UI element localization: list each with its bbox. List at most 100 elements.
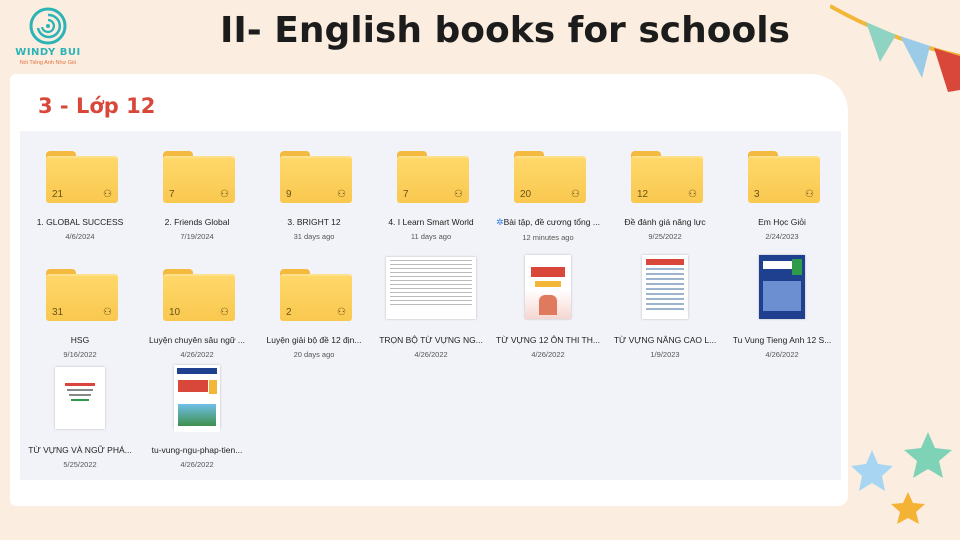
file-item[interactable]: TỪ VỰNG NÂNG CAO L... 1/9/2023 <box>609 249 721 359</box>
item-thumbnail <box>24 359 136 431</box>
book-cover-colorful-thumbnail <box>174 365 220 432</box>
book-cover-blue-thumbnail <box>759 255 805 319</box>
document-table-red-thumbnail <box>642 255 688 319</box>
shared-people-icon: ⚇ <box>337 189 346 200</box>
shared-people-icon: ⚇ <box>571 189 580 200</box>
sync-icon: ✲ <box>496 217 504 227</box>
folder-item[interactable]: 7 ⚇ 2. Friends Global 7/19/2024 <box>141 131 253 241</box>
item-name: Đề đánh giá năng lực <box>609 217 721 227</box>
shared-people-icon: ⚇ <box>103 189 112 200</box>
folder-item[interactable]: 7 ⚇ 4. I Learn Smart World 11 days ago <box>375 131 487 241</box>
item-name: ✲Bài tập, đề cương tổng ... <box>492 217 604 228</box>
star-green-icon <box>904 432 952 478</box>
folder-icon: 7 ⚇ <box>163 151 235 203</box>
shared-people-icon: ⚇ <box>220 307 229 318</box>
item-thumbnail: 2 ⚇ <box>258 249 370 321</box>
item-date: 11 days ago <box>410 232 452 241</box>
item-date: 12 minutes ago <box>522 233 574 242</box>
folder-icon: 10 ⚇ <box>163 269 235 321</box>
item-thumbnail: 3 ⚇ <box>726 131 838 203</box>
file-item[interactable]: tu-vung-ngu-phap-tien... 4/26/2022 <box>141 359 253 469</box>
folder-item[interactable]: 31 ⚇ HSG 9/16/2022 <box>24 249 136 359</box>
item-name-text: 3. BRIGHT 12 <box>287 217 341 227</box>
folder-item-count: 21 <box>52 189 64 200</box>
folder-item[interactable]: 2 ⚇ Luyện giải bộ đề 12 địn... 20 days ago <box>258 249 370 359</box>
item-date: 4/26/2022 <box>531 350 565 359</box>
folder-item[interactable]: 10 ⚇ Luyện chuyên sâu ngữ ... 4/26/2022 <box>141 249 253 359</box>
item-thumbnail: 7 ⚇ <box>141 131 253 203</box>
folder-icon: 3 ⚇ <box>748 151 820 203</box>
folder-item-count: 3 <box>754 189 760 200</box>
item-name: 4. I Learn Smart World <box>375 217 487 227</box>
item-name-text: Luyện giải bộ đề 12 địn... <box>266 335 362 345</box>
file-item[interactable]: TỪ VỰNG VÀ NGỮ PHÁ... 5/25/2022 <box>24 359 136 469</box>
item-date: 4/26/2022 <box>180 460 214 469</box>
slide-title: II- English books for schools <box>220 10 790 51</box>
item-name-text: Em Học Giỏi <box>758 217 806 227</box>
item-thumbnail: 9 ⚇ <box>258 131 370 203</box>
item-name: Luyện giải bộ đề 12 địn... <box>258 335 370 345</box>
item-date: 7/19/2024 <box>180 232 214 241</box>
item-name: Luyện chuyên sâu ngữ ... <box>141 335 253 345</box>
folder-icon: 7 ⚇ <box>397 151 469 203</box>
folder-item-count: 20 <box>520 189 532 200</box>
item-name: TỪ VỰNG NÂNG CAO L... <box>609 335 721 345</box>
item-name-text: Đề đánh giá năng lực <box>624 217 706 227</box>
shared-people-icon: ⚇ <box>103 307 112 318</box>
item-name-text: TỪ VỰNG NÂNG CAO L... <box>613 335 717 345</box>
flag-blue-icon <box>900 36 930 78</box>
folder-icon: 9 ⚇ <box>280 151 352 203</box>
shared-people-icon: ⚇ <box>220 189 229 200</box>
item-name: tu-vung-ngu-phap-tien... <box>141 445 253 455</box>
folder-item-count: 12 <box>637 189 649 200</box>
item-name: TRỌN BỘ TỪ VỰNG NG... <box>375 335 487 345</box>
folder-icon: 12 ⚇ <box>631 151 703 203</box>
item-name-text: tu-vung-ngu-phap-tien... <box>151 445 243 455</box>
item-date: 1/9/2023 <box>650 350 680 359</box>
book-cover-red-thumbnail <box>525 255 571 319</box>
file-item[interactable]: Tu Vung Tieng Anh 12 S... 4/26/2022 <box>726 249 838 359</box>
folder-item[interactable]: 20 ⚇ ✲Bài tập, đề cương tổng ... 12 minutes… <box>492 131 604 242</box>
item-thumbnail <box>492 249 604 321</box>
item-name-text: 4. I Learn Smart World <box>388 217 474 227</box>
file-grid: 21 ⚇ 1. GLOBAL SUCCESS 4/6/2024 7 ⚇ 2. Friends… <box>20 131 841 480</box>
shared-people-icon: ⚇ <box>805 189 814 200</box>
file-item[interactable]: TRỌN BỘ TỪ VỰNG NG... 4/26/2022 <box>375 249 487 359</box>
shared-people-icon: ⚇ <box>688 189 697 200</box>
item-date: 4/26/2022 <box>765 350 799 359</box>
item-name: HSG <box>24 335 136 345</box>
folder-item-count: 10 <box>169 307 181 318</box>
folder-item[interactable]: 12 ⚇ Đề đánh giá năng lực 9/25/2022 <box>609 131 721 241</box>
folder-icon: 20 ⚇ <box>514 151 586 203</box>
item-name-text: 2. Friends Global <box>164 217 230 227</box>
file-item[interactable]: TỪ VỰNG 12 ÔN THI TH... 4/26/2022 <box>492 249 604 359</box>
item-name-text: HSG <box>70 335 90 345</box>
item-thumbnail <box>141 359 253 432</box>
folder-item[interactable]: 21 ⚇ 1. GLOBAL SUCCESS 4/6/2024 <box>24 131 136 241</box>
item-name: Em Học Giỏi <box>726 217 838 227</box>
item-date: 2/24/2023 <box>765 232 799 241</box>
item-date: 9/16/2022 <box>63 350 97 359</box>
item-name-text: TỪ VỰNG 12 ÔN THI TH... <box>496 335 600 345</box>
folder-item-count: 9 <box>286 189 292 200</box>
item-date: 20 days ago <box>293 350 335 359</box>
item-name: Tu Vung Tieng Anh 12 S... <box>726 335 838 345</box>
folder-icon: 31 ⚇ <box>46 269 118 321</box>
folder-item[interactable]: 9 ⚇ 3. BRIGHT 12 31 days ago <box>258 131 370 241</box>
item-thumbnail: 20 ⚇ <box>492 131 604 203</box>
shared-people-icon: ⚇ <box>454 189 463 200</box>
item-date: 31 days ago <box>293 232 335 241</box>
folder-item[interactable]: 3 ⚇ Em Học Giỏi 2/24/2023 <box>726 131 838 241</box>
item-thumbnail <box>375 249 487 321</box>
item-name: 1. GLOBAL SUCCESS <box>24 217 136 227</box>
item-date: 4/26/2022 <box>414 350 448 359</box>
star-yellow-icon <box>891 492 925 524</box>
slide-subtitle: 3 - Lớp 12 <box>38 94 156 118</box>
item-thumbnail <box>726 249 838 321</box>
item-name: TỪ VỰNG 12 ÔN THI TH... <box>492 335 604 345</box>
flag-green-icon <box>866 22 896 62</box>
shared-people-icon: ⚇ <box>337 307 346 318</box>
item-date: 5/25/2022 <box>63 460 97 469</box>
logo-tagline: Nói Tiếng Anh Như Gió <box>19 60 77 66</box>
item-name: 2. Friends Global <box>141 217 253 227</box>
